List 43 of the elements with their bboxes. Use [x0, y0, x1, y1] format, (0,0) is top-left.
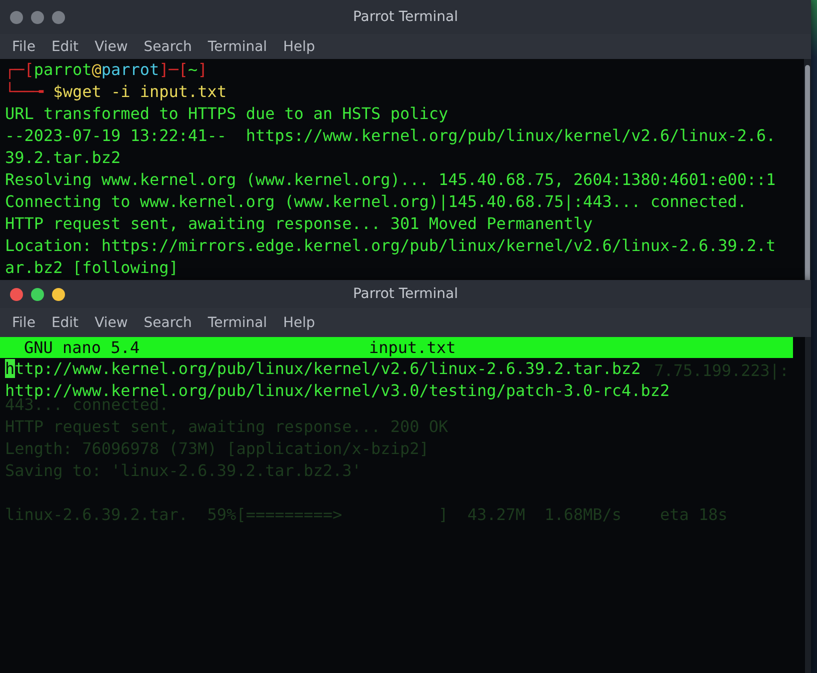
close-button[interactable] — [10, 288, 23, 300]
prompt-text: ]─[ — [159, 60, 188, 81]
prompt-text: └──╼ — [5, 82, 45, 103]
scrollbar[interactable] — [804, 59, 811, 280]
output-line: --2023-07-19 13:22:41-- https://www.kernel.org/pub/linux/kernel/v2.6/linux-2.6. — [5, 126, 776, 147]
menu-item[interactable]: Help — [275, 38, 323, 54]
file-name: input.txt — [369, 338, 456, 357]
menu-item[interactable]: Search — [136, 314, 200, 330]
prompt-text: wget -i input.txt — [62, 82, 227, 103]
output-line: ar.bz2 [following] — [5, 258, 178, 279]
text-cursor: h — [5, 359, 15, 378]
close-button[interactable] — [10, 10, 23, 24]
menu-item[interactable]: File — [4, 314, 44, 330]
prompt-text: ~ — [188, 60, 198, 81]
menu-item[interactable]: View — [86, 38, 136, 54]
minimize-button[interactable] — [52, 288, 65, 300]
prompt-text: ] — [198, 60, 208, 81]
output-line: Connecting to www.kernel.org (www.kernel.org)|145.40.68.75|:443... connected. — [5, 192, 747, 213]
editor-version: GNU nano 5.4 — [23, 338, 141, 357]
prompt-text: $ — [53, 82, 63, 103]
menu-item[interactable]: Terminal — [200, 314, 276, 330]
menu-item[interactable]: View — [86, 314, 136, 330]
menu-item[interactable]: File — [4, 38, 44, 54]
menu-item[interactable]: Help — [275, 314, 323, 330]
menu-item[interactable]: Terminal — [200, 38, 276, 54]
menu-item[interactable]: Edit — [43, 38, 87, 54]
maximize-button[interactable] — [31, 288, 44, 300]
output-line: Resolving www.kernel.org (www.kernel.org)... 145.40.68.75, 2604:1380:4601:e00::1 — [5, 170, 776, 191]
menu-item[interactable]: Edit — [43, 314, 87, 330]
prompt-text: parrot — [101, 60, 160, 81]
file-line: http://www.kernel.org/pub/linux/kernel/v2.6/linux-2.6.39.2.tar.bz2 — [5, 361, 641, 377]
output-line: URL transformed to HTTPS due to an HSTS policy — [5, 104, 448, 125]
maximize-button[interactable] — [31, 10, 44, 24]
prompt-text: parrot — [34, 60, 92, 81]
window-title: Parrot Terminal — [352, 9, 458, 25]
output-line: 39.2.tar.bz2 — [5, 148, 121, 169]
prompt-text: ┌─[ — [5, 60, 34, 81]
menu-item[interactable]: Search — [136, 38, 200, 54]
window-title: Parrot Terminal — [352, 286, 458, 302]
prompt-text: @ — [92, 60, 102, 81]
output-line: Location: https://mirrors.edge.kernel.org/pub/linux/kernel/v2.6/linux-2.6.39.2.t — [5, 236, 776, 257]
file-line: http://www.kernel.org/pub/linux/kernel/v3.0/testing/patch-3.0-rc4.bz2 — [5, 383, 670, 399]
output-line: HTTP request sent, awaiting response... 301 Moved Permanently — [5, 214, 593, 235]
